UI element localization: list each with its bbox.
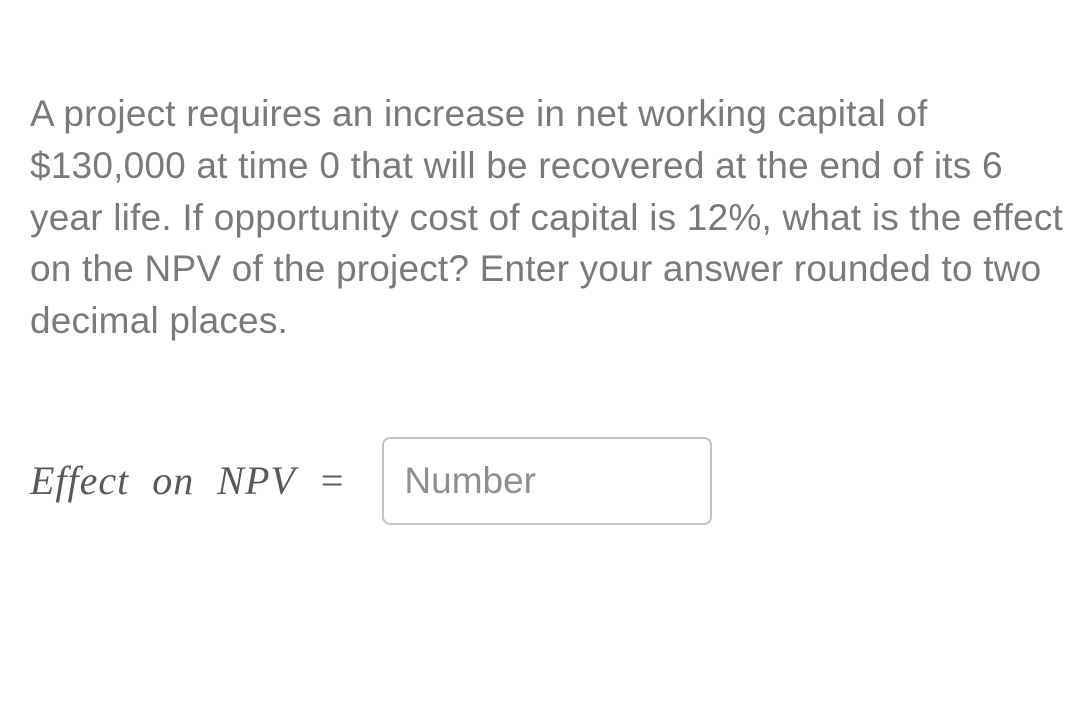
formula-label: Effect on NPV =: [30, 457, 344, 504]
question-text: A project requires an increase in net wo…: [30, 88, 1070, 347]
answer-row: Effect on NPV =: [30, 437, 1070, 525]
answer-input[interactable]: [382, 437, 712, 525]
formula-label-text: Effect on NPV: [30, 458, 296, 503]
equals-sign: =: [298, 458, 345, 503]
